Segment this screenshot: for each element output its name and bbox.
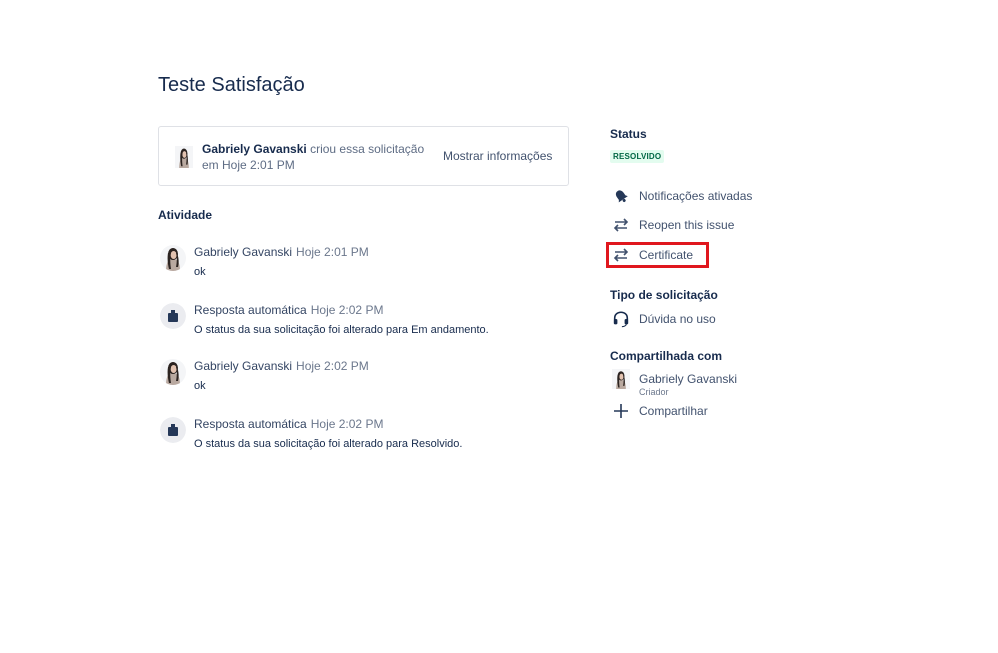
request-type: Dúvida no uso <box>612 310 716 328</box>
user-avatar <box>160 245 186 271</box>
share-label: Compartilhar <box>639 404 708 418</box>
request-created-text: Gabriely Gavanski criou essa solicitação… <box>202 141 438 173</box>
activity-body: O status da sua solicitação foi alterado… <box>194 438 463 450</box>
page-title: Teste Satisfação <box>158 74 305 96</box>
creator-name[interactable]: Gabriely Gavanski <box>202 142 307 156</box>
request-info-box: Gabriely Gavanski criou essa solicitação… <box>158 126 569 186</box>
activity-item: Resposta automática Hoje 2:02 PM O status… <box>160 303 580 337</box>
transition-arrows-icon <box>612 216 630 234</box>
status-label: Status <box>610 127 647 141</box>
show-details-button[interactable]: Mostrar informações <box>443 149 552 163</box>
highlight-annotation <box>606 242 709 268</box>
notifications-toggle[interactable]: Notificações ativadas <box>612 187 752 205</box>
plus-icon <box>612 402 630 420</box>
share-button[interactable]: Compartilhar <box>612 402 708 420</box>
activity-time: Hoje 2:01 PM <box>296 245 369 259</box>
request-type-value: Dúvida no uso <box>639 312 716 326</box>
activity-body: ok <box>194 266 206 278</box>
activity-item: Gabriely Gavanski Hoje 2:02 PM ok <box>160 359 580 393</box>
activity-body: ok <box>194 380 206 392</box>
bot-avatar <box>160 303 186 329</box>
activity-author[interactable]: Gabriely Gavanski <box>194 359 292 373</box>
user-avatar <box>612 370 630 388</box>
shared-user-name: Gabriely Gavanski <box>639 372 738 386</box>
bell-icon <box>612 187 630 205</box>
activity-time: Hoje 2:02 PM <box>310 417 384 431</box>
activity-item: Resposta automática Hoje 2:02 PM O status… <box>160 417 580 451</box>
activity-author[interactable]: Gabriely Gavanski <box>194 245 292 259</box>
shared-with-label: Compartilhada com <box>610 349 723 363</box>
activity-heading: Atividade <box>158 208 213 222</box>
shared-user-role: Criador <box>639 387 669 397</box>
activity-time: Hoje 2:02 PM <box>310 303 384 317</box>
reopen-issue-action[interactable]: Reopen this issue <box>612 216 734 234</box>
user-avatar <box>160 359 186 385</box>
activity-item: Gabriely Gavanski Hoje 2:01 PM ok <box>160 245 580 279</box>
bot-avatar <box>160 417 186 443</box>
request-type-label: Tipo de solicitação <box>610 288 718 302</box>
headset-icon <box>612 310 630 328</box>
status-badge: RESOLVIDO <box>610 150 665 163</box>
reopen-issue-label: Reopen this issue <box>639 218 735 232</box>
activity-time: Hoje 2:02 PM <box>296 359 369 373</box>
creator-avatar <box>175 146 193 168</box>
activity-author: Resposta automática <box>194 417 307 431</box>
activity-author: Resposta automática <box>194 303 307 317</box>
activity-body: O status da sua solicitação foi alterado… <box>194 324 489 336</box>
shared-user: Gabriely Gavanski <box>612 370 737 388</box>
notifications-label: Notificações ativadas <box>639 189 753 203</box>
